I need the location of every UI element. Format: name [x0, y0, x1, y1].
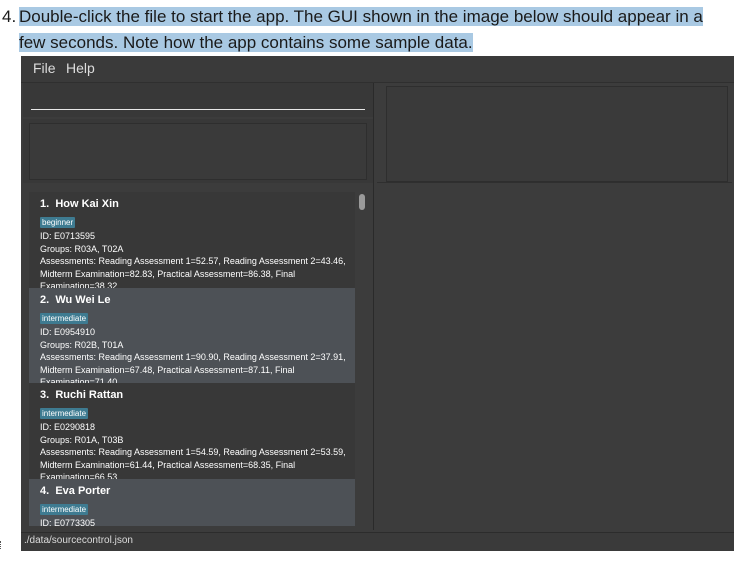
status-file-path: ./data/sourcecontrol.json — [24, 535, 133, 546]
instruction-number: 4. — [2, 7, 17, 26]
person-tag: intermediate — [40, 504, 89, 515]
person-assessments-line: Midterm Examination=82.83, Practical Ass… — [40, 268, 296, 279]
person-list[interactable]: 1. How Kai Xin beginner ID: E0713595 Gro… — [29, 192, 355, 526]
person-tag: beginner — [40, 217, 76, 228]
person-assessments-line: Assessments: Reading Assessment 1=90.90,… — [40, 352, 346, 362]
pane-divider[interactable] — [373, 83, 374, 530]
person-assessments-line: Assessments: Reading Assessment 1=54.59,… — [40, 447, 346, 457]
app-window: File Help 1. How Kai Xin beginner ID: E0… — [21, 56, 734, 551]
menu-help[interactable]: Help — [66, 60, 95, 76]
person-index: 3. — [40, 389, 50, 401]
person-card[interactable]: 3. Ruchi Rattan intermediate ID: E029081… — [29, 383, 355, 482]
person-tag: intermediate — [40, 408, 89, 419]
person-index: 2. — [40, 294, 50, 306]
person-assessments-line: Assessments: Reading Assessment 1=52.57,… — [40, 256, 346, 266]
edge-marker — [0, 541, 3, 549]
person-tag: intermediate — [40, 313, 89, 324]
status-bar: ./data/sourcecontrol.json — [21, 532, 734, 551]
result-display-container — [23, 119, 373, 183]
person-name: Eva Porter — [55, 485, 111, 497]
menu-bar: File Help — [21, 56, 734, 83]
instruction-line-2: few seconds. Note how the app contains s… — [19, 33, 473, 52]
result-display — [29, 123, 367, 180]
person-id: ID: E0290818 — [40, 422, 96, 432]
person-list-panel: 1. How Kai Xin beginner ID: E0713595 Gro… — [23, 188, 373, 530]
person-groups: Groups: R03A, T02A — [40, 243, 124, 254]
menu-file[interactable]: File — [33, 60, 56, 76]
right-pane — [377, 83, 732, 530]
person-assessments-line: Midterm Examination=67.48, Practical Ass… — [40, 364, 295, 375]
person-assessments-line: Midterm Examination=61.44, Practical Ass… — [40, 459, 296, 470]
person-name: How Kai Xin — [55, 198, 119, 210]
person-groups: Groups: R01A, T03B — [40, 434, 124, 445]
detail-divider — [377, 182, 732, 183]
person-groups: Groups: R02B, T01A — [40, 339, 124, 350]
command-input[interactable] — [31, 91, 365, 110]
person-name: Wu Wei Le — [55, 294, 111, 306]
detail-display — [386, 86, 728, 182]
person-card[interactable]: 2. Wu Wei Le intermediate ID: E0954910 G… — [29, 288, 355, 387]
person-id: ID: E0773305 — [40, 518, 96, 526]
instruction-line-1: Double-click the file to start the app. … — [19, 7, 703, 26]
person-card[interactable]: 1. How Kai Xin beginner ID: E0713595 Gro… — [29, 192, 355, 291]
left-pane: 1. How Kai Xin beginner ID: E0713595 Gro… — [23, 83, 373, 530]
person-id: ID: E0713595 — [40, 231, 96, 241]
person-name: Ruchi Rattan — [55, 389, 124, 401]
list-scrollbar-thumb[interactable] — [359, 194, 365, 210]
command-box — [23, 83, 373, 117]
person-index: 4. — [40, 485, 50, 497]
person-index: 1. — [40, 198, 50, 210]
person-id: ID: E0954910 — [40, 327, 96, 337]
person-card[interactable]: 4. Eva Porter intermediate ID: E0773305 — [29, 479, 355, 526]
